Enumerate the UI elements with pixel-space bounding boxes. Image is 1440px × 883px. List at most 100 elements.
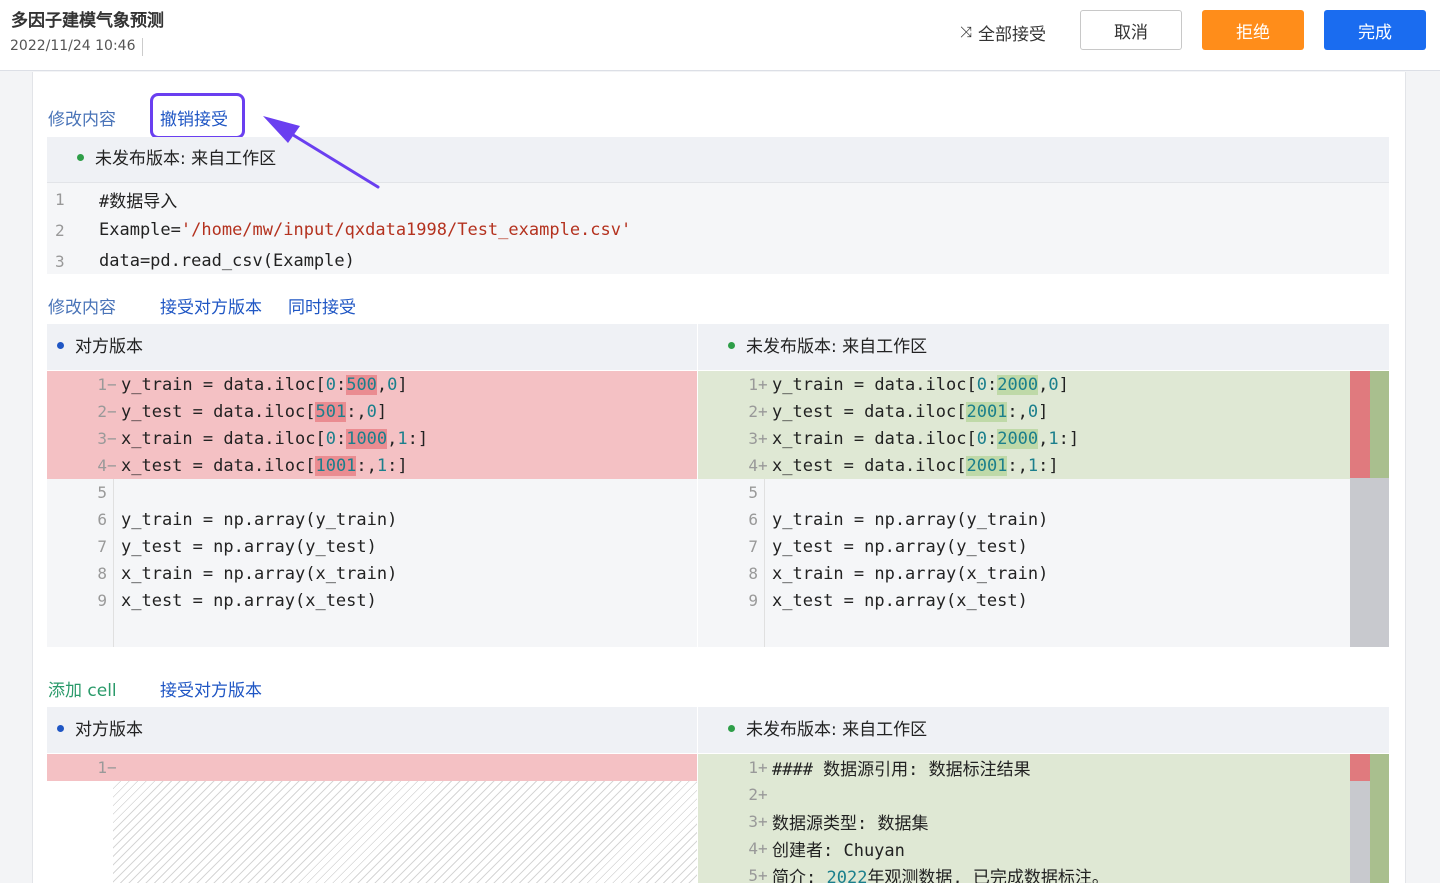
- code-text: ,: [1038, 428, 1049, 449]
- diff-overview-deleted[interactable]: [1350, 754, 1370, 781]
- code-number: 0: [387, 374, 398, 395]
- code-text: y_test = data.iloc[: [121, 401, 316, 422]
- diff-marker: +: [758, 456, 768, 475]
- accept-all-button[interactable]: ⤨ 全部接受: [960, 20, 1046, 45]
- code-cell[interactable]: 1 #数据导入 2 Example= '/home/mw/input/qxdata…: [47, 182, 1389, 274]
- line-number: 2: [748, 402, 758, 421]
- status-dot-icon: [77, 153, 84, 161]
- left-diff-pane[interactable]: 1− y_train = data.iloc[0:500,0] 2− y_test …: [47, 371, 697, 647]
- right-diff-pane[interactable]: 1 + y_train = data.iloc[0:2000,0] 2 + y_test…: [698, 371, 1350, 647]
- line-number: 2: [748, 785, 758, 804]
- code-line: 5: [47, 479, 121, 506]
- code-number: 1: [1048, 428, 1059, 449]
- right-pane-header: 未发布版本: 来自工作区: [698, 707, 1389, 753]
- added-line: 2 +: [698, 781, 1350, 808]
- code-line: 3 data=pd.read_csv(Example): [47, 246, 355, 276]
- diff-marker: +: [758, 866, 768, 883]
- code-text: y_train = np.array(y_train): [772, 509, 1049, 530]
- line-number: 3: [97, 429, 107, 448]
- diff-marker: +: [758, 812, 768, 831]
- section-label: 添加 cell: [48, 681, 117, 701]
- diff-overview-unchanged[interactable]: [1350, 781, 1370, 883]
- right-diff-pane[interactable]: 1 + #### 数据源引用: 数据标注结果 2 + 3 + 数据源类型: 数据集 4 + 创…: [698, 754, 1350, 883]
- code-line: 8 x_train = np.array(x_train): [698, 560, 1048, 587]
- diff-marker: −: [107, 429, 117, 448]
- line-number: 2: [97, 402, 107, 421]
- line-number: 3: [55, 251, 65, 271]
- code-number: 0: [1048, 374, 1059, 395]
- shuffle-icon: ⤨: [960, 23, 973, 41]
- code-text: ,: [376, 374, 388, 395]
- changed-value: 500: [346, 374, 377, 395]
- diff-overview-unchanged[interactable]: [1350, 478, 1389, 647]
- pane-header-text: 未发布版本: 来自工作区: [746, 337, 928, 357]
- notebook-title: 多因子建模气象预测: [11, 11, 164, 31]
- code-line: 9 x_test = np.array(x_test): [698, 587, 1028, 614]
- code-line: 6 y_train = np.array(y_train): [698, 506, 1048, 533]
- code-line: 6 y_train = np.array(y_train): [47, 506, 397, 533]
- code-text: 创建者: Chuyan: [772, 841, 905, 861]
- line-number: 1: [55, 189, 65, 209]
- section-label: 修改内容: [48, 110, 116, 130]
- code-text: x_test = np.array(x_test): [121, 590, 377, 611]
- diff-overview-deleted[interactable]: [1350, 371, 1370, 478]
- code-line: 7 y_test = np.array(y_test): [47, 533, 377, 560]
- code-text: :,: [1007, 401, 1028, 422]
- code-line: 9 x_test = np.array(x_test): [47, 587, 377, 614]
- code-string: '/home/mw/input/qxdata1998/Test_example.…: [180, 220, 632, 240]
- changed-value: 1001: [315, 455, 357, 476]
- code-text: y_train = np.array(y_train): [121, 509, 398, 530]
- line-number: 7: [748, 537, 758, 556]
- code-text: ]: [376, 401, 388, 422]
- added-line: 1 + y_train = data.iloc[0:2000,0]: [698, 371, 1350, 398]
- code-text: ,: [1038, 374, 1049, 395]
- code-line: 1 #数据导入: [47, 184, 177, 214]
- line-number: 5: [97, 483, 107, 502]
- line-number: 9: [97, 591, 107, 610]
- code-text: x_test = data.iloc[: [772, 455, 967, 476]
- status-dot-icon: [57, 724, 64, 732]
- reject-button[interactable]: 拒绝: [1202, 10, 1304, 50]
- diff-marker: +: [758, 429, 768, 448]
- code-text: :: [335, 428, 347, 449]
- left-diff-pane[interactable]: 1−: [47, 754, 697, 883]
- code-line: 7 y_test = np.array(y_test): [698, 533, 1028, 560]
- code-number: 0: [325, 428, 336, 449]
- deleted-line: 4− x_test = data.iloc[1001:,1:]: [47, 452, 697, 479]
- code-text: :,: [356, 455, 377, 476]
- cancel-button[interactable]: 取消: [1080, 10, 1182, 50]
- code-text: #### 数据源引用: 数据标注结果: [772, 760, 1031, 780]
- cell-header: 未发布版本: 来自工作区: [47, 137, 1389, 182]
- changed-value: 2001: [966, 455, 1008, 476]
- line-number: 3: [748, 812, 758, 831]
- line-number: 2: [55, 220, 65, 240]
- code-text: :: [335, 374, 347, 395]
- added-line: 3 + 数据源类型: 数据集: [698, 808, 1350, 835]
- code-text: 简介:: [772, 868, 827, 883]
- code-text: data=pd.read_csv(Example): [99, 251, 355, 271]
- done-button[interactable]: 完成: [1324, 10, 1426, 50]
- added-line: 2 + y_test = data.iloc[2001:,0]: [698, 398, 1350, 425]
- empty-placeholder: [113, 781, 697, 883]
- timestamp: 2022/11/24 10:46: [10, 38, 136, 54]
- line-number: 5: [748, 866, 758, 883]
- accept-theirs-button[interactable]: 接受对方版本: [160, 293, 262, 318]
- code-text: x_train = data.iloc[: [772, 428, 977, 449]
- code-number: 0: [976, 374, 987, 395]
- deleted-line: 3− x_train = data.iloc[0:1000,1:]: [47, 425, 697, 452]
- diff-marker: −: [107, 375, 117, 394]
- code-text: :: [986, 428, 998, 449]
- diff-overview-added[interactable]: [1370, 371, 1389, 478]
- code-text: :]: [387, 455, 408, 476]
- pane-header-text: 对方版本: [75, 337, 143, 357]
- deleted-line: 1−: [47, 754, 697, 781]
- accept-theirs-button[interactable]: 接受对方版本: [160, 676, 262, 701]
- accept-both-button[interactable]: 同时接受: [288, 293, 356, 318]
- diff-overview-added[interactable]: [1370, 754, 1389, 883]
- added-line: 3 + x_train = data.iloc[0:2000,1:]: [698, 425, 1350, 452]
- code-line: 8 x_train = np.array(x_train): [47, 560, 397, 587]
- line-number: 4: [748, 839, 758, 858]
- section-label: 修改内容: [48, 298, 116, 318]
- code-text: :]: [407, 428, 429, 449]
- code-text: y_train = data.iloc[: [121, 374, 326, 395]
